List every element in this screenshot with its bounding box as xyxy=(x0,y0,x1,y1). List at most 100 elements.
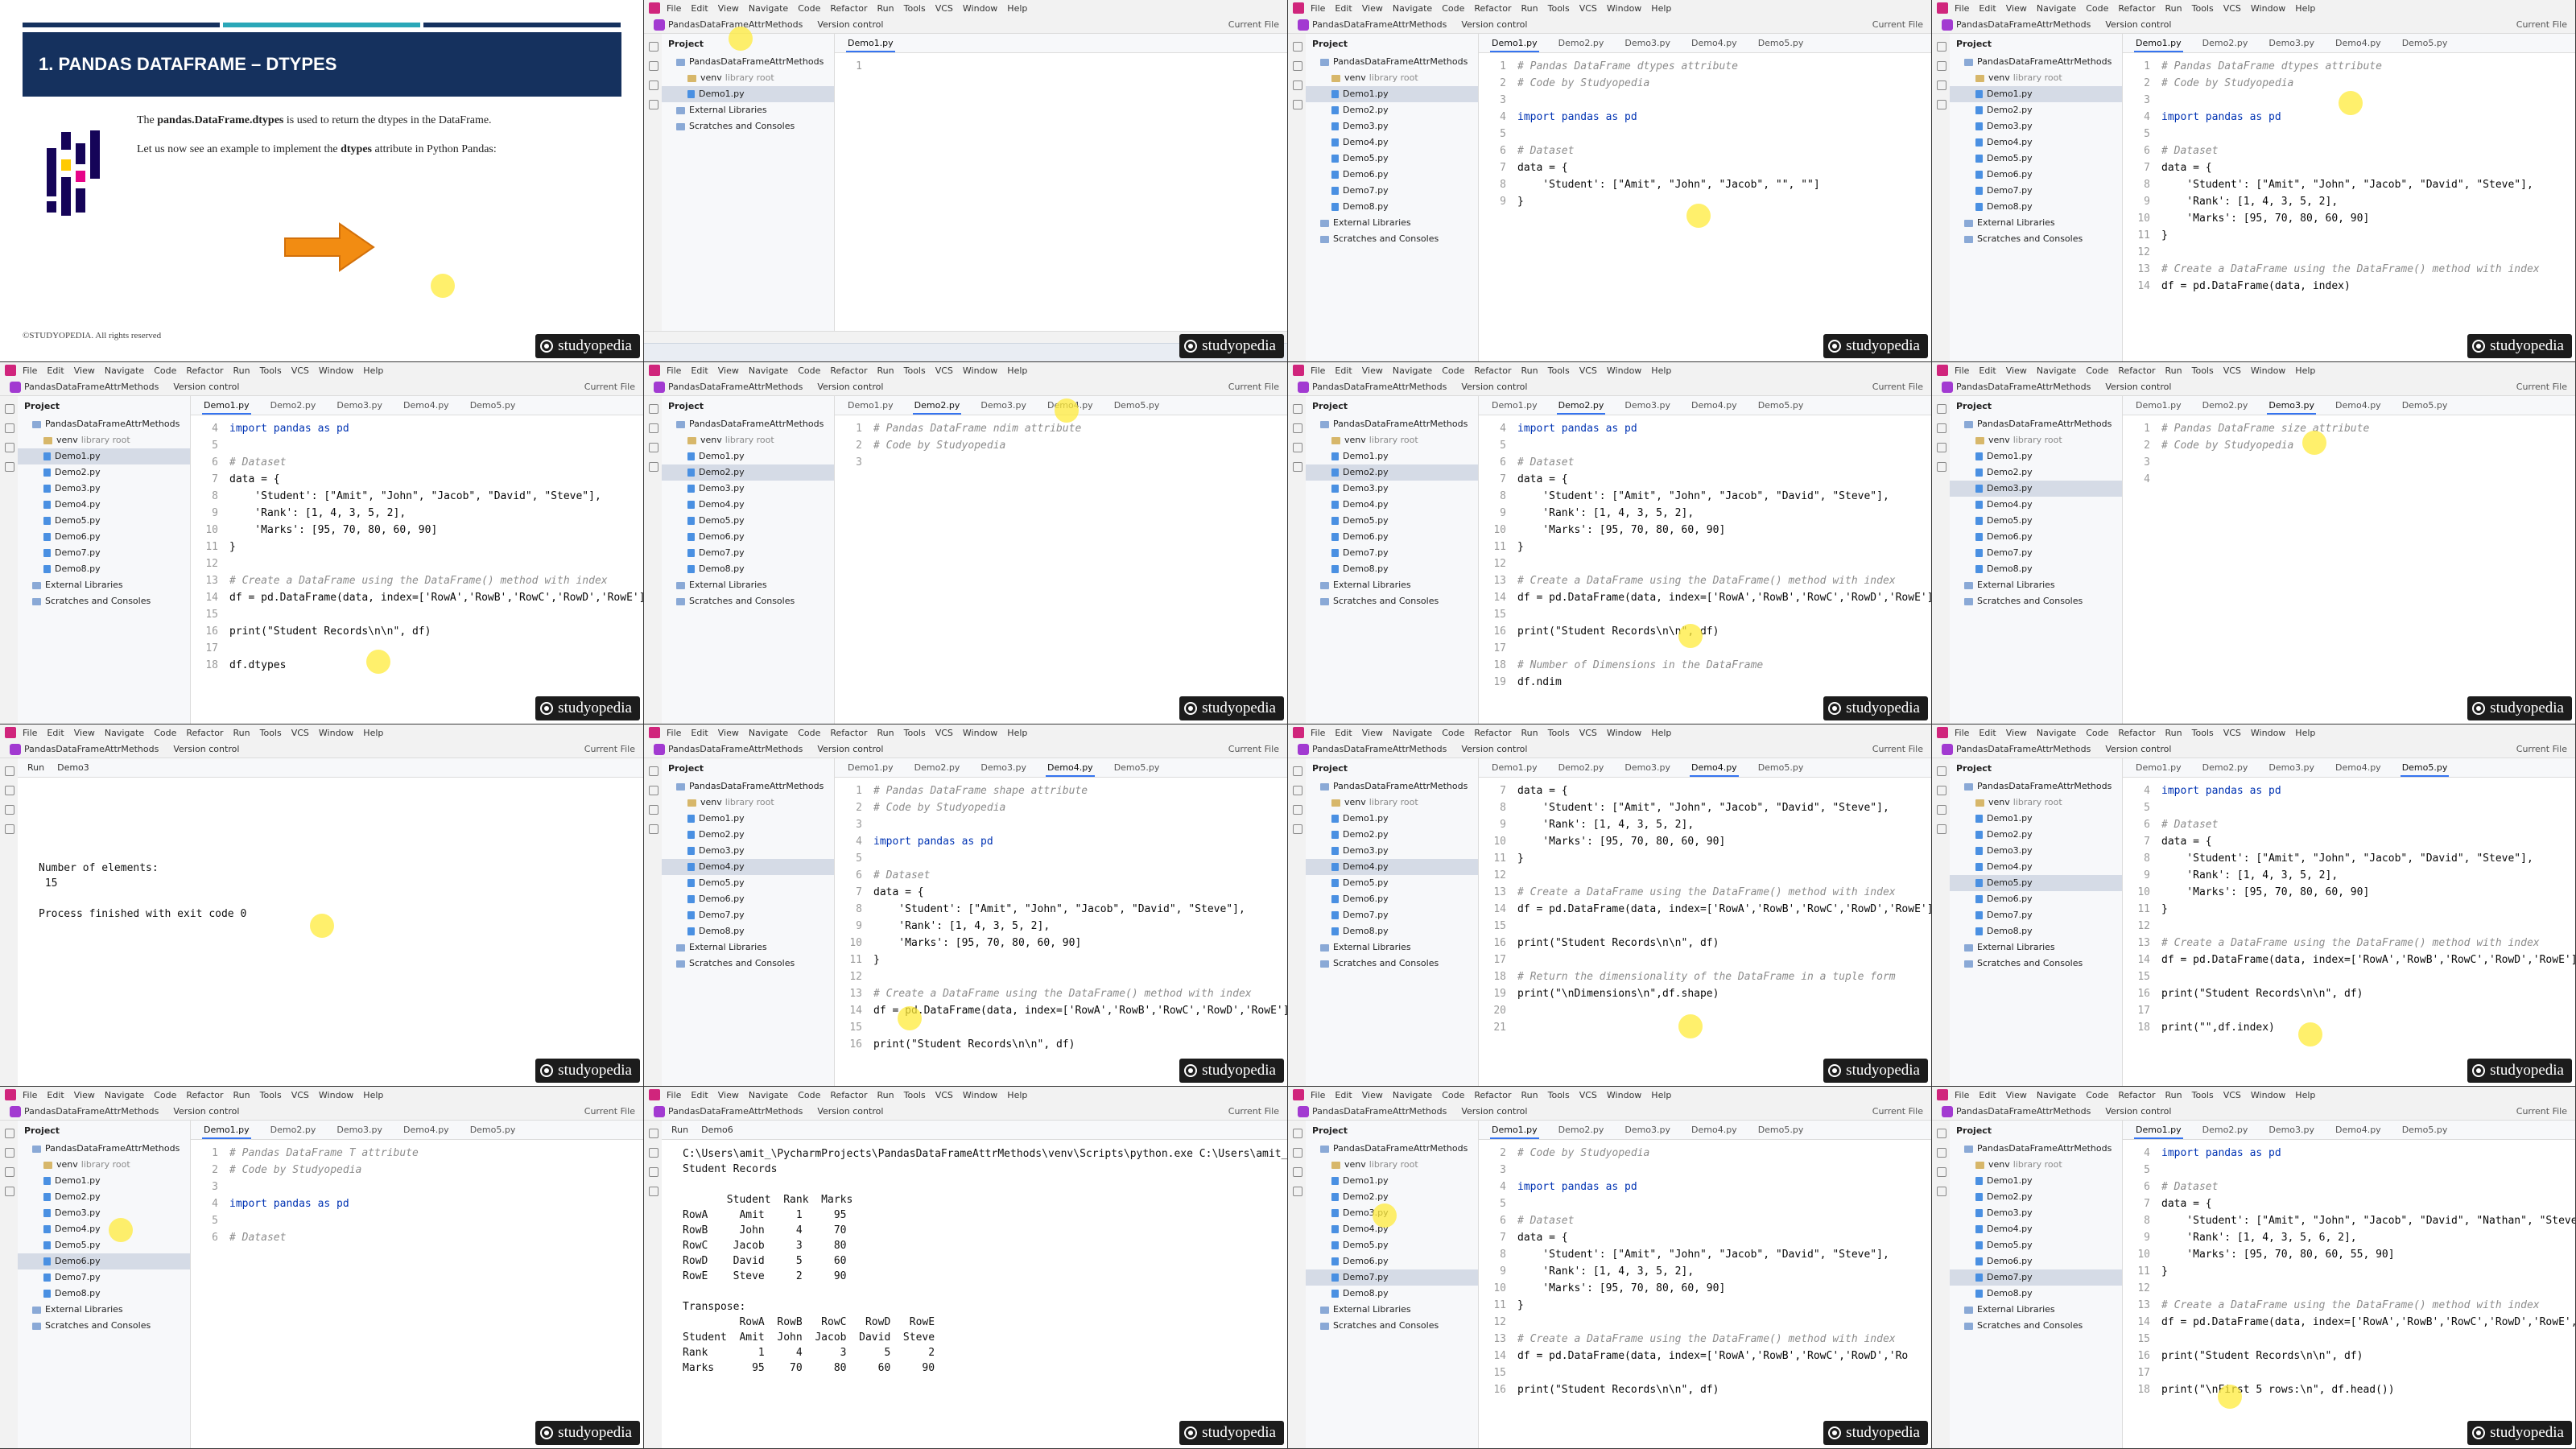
tool-window-icon[interactable] xyxy=(1293,1167,1302,1177)
tab-demo1[interactable]: Demo1.py xyxy=(202,400,251,415)
menu-navigate[interactable]: Navigate xyxy=(749,1090,788,1100)
menu-run[interactable]: Run xyxy=(877,3,894,14)
tree-file-demo3[interactable]: Demo3.py xyxy=(662,481,834,497)
tab-demo1[interactable]: Demo1.py xyxy=(2134,400,2183,415)
tree-file-demo3[interactable]: Demo3.py xyxy=(1950,843,2122,859)
tool-window-icon[interactable] xyxy=(649,42,658,52)
tree-root-folder[interactable]: PandasDataFrameAttrMethods xyxy=(662,778,834,795)
menu-code[interactable]: Code xyxy=(798,365,820,376)
tree-file-demo4[interactable]: Demo4.py xyxy=(18,1221,190,1237)
menu-window[interactable]: Window xyxy=(1607,1090,1641,1100)
tool-window-icon[interactable] xyxy=(5,443,14,452)
version-control-menu[interactable]: Version control xyxy=(1461,744,1527,754)
menu-file[interactable]: File xyxy=(667,1090,681,1100)
menu-refactor[interactable]: Refactor xyxy=(1474,728,1511,738)
run-config-selector[interactable]: Current File xyxy=(1228,744,1279,754)
tree-file-demo4[interactable]: Demo4.py xyxy=(1950,859,2122,875)
code-editor[interactable]: 4 import pandas as pd 5 6 # Dataset 7 data = {… xyxy=(191,415,643,724)
version-control-menu[interactable]: Version control xyxy=(817,382,883,392)
tree-file-demo4[interactable]: Demo4.py xyxy=(18,497,190,513)
menu-view[interactable]: View xyxy=(718,3,739,14)
tool-window-icon[interactable] xyxy=(649,462,658,472)
menu-code[interactable]: Code xyxy=(154,728,176,738)
tool-window-icon[interactable] xyxy=(5,423,14,433)
menu-view[interactable]: View xyxy=(1362,1090,1383,1100)
tab-demo3[interactable]: Demo3.py xyxy=(335,400,384,415)
tab-demo4[interactable]: Demo4.py xyxy=(2334,762,2383,777)
tree-file-demo7[interactable]: Demo7.py xyxy=(1306,183,1478,199)
menu-refactor[interactable]: Refactor xyxy=(186,1090,223,1100)
menu-run[interactable]: Run xyxy=(1521,365,1538,376)
version-control-menu[interactable]: Version control xyxy=(1461,1106,1527,1117)
tab-demo3[interactable]: Demo3.py xyxy=(1623,38,1672,52)
tree-external-libraries[interactable]: External Libraries xyxy=(1306,1302,1478,1318)
version-control-menu[interactable]: Version control xyxy=(817,744,883,754)
menu-run[interactable]: Run xyxy=(1521,728,1538,738)
tree-scratches[interactable]: Scratches and Consoles xyxy=(662,118,834,134)
tree-file-demo2[interactable]: Demo2.py xyxy=(1950,1189,2122,1205)
tree-file-demo8[interactable]: Demo8.py xyxy=(1306,561,1478,577)
tab-demo1[interactable]: Demo1.py xyxy=(2134,762,2183,777)
tree-file-demo1[interactable]: Demo1.py xyxy=(1306,86,1478,102)
menu-window[interactable]: Window xyxy=(963,3,997,14)
tree-scratches[interactable]: Scratches and Consoles xyxy=(1950,1318,2122,1334)
tool-window-icon[interactable] xyxy=(1937,61,1946,71)
project-switcher[interactable]: PandasDataFrameAttrMethods xyxy=(10,381,159,393)
tree-file-demo5[interactable]: Demo5.py xyxy=(1306,1237,1478,1253)
tab-demo3[interactable]: Demo3.py xyxy=(2267,762,2316,777)
tree-file-demo8[interactable]: Demo8.py xyxy=(1950,561,2122,577)
tree-file-demo6[interactable]: Demo6.py xyxy=(1950,167,2122,183)
menu-navigate[interactable]: Navigate xyxy=(2037,728,2076,738)
tree-file-demo5[interactable]: Demo5.py xyxy=(662,513,834,529)
menu-view[interactable]: View xyxy=(74,728,95,738)
menu-edit[interactable]: Edit xyxy=(691,365,708,376)
tool-window-icon[interactable] xyxy=(649,1148,658,1158)
tree-file-demo4[interactable]: Demo4.py xyxy=(1306,497,1478,513)
run-config-selector[interactable]: Current File xyxy=(1228,1106,1279,1117)
tab-demo1[interactable]: Demo1.py xyxy=(202,1125,251,1139)
menu-refactor[interactable]: Refactor xyxy=(2118,728,2155,738)
tree-file-demo4[interactable]: Demo4.py xyxy=(662,497,834,513)
tree-scratches[interactable]: Scratches and Consoles xyxy=(662,593,834,609)
version-control-menu[interactable]: Version control xyxy=(173,744,239,754)
project-switcher[interactable]: PandasDataFrameAttrMethods xyxy=(654,743,803,755)
tree-scratches[interactable]: Scratches and Consoles xyxy=(18,593,190,609)
run-label[interactable]: Run xyxy=(27,762,44,773)
menu-code[interactable]: Code xyxy=(1442,728,1464,738)
menu-refactor[interactable]: Refactor xyxy=(2118,1090,2155,1100)
project-switcher[interactable]: PandasDataFrameAttrMethods xyxy=(654,381,803,393)
tab-demo3[interactable]: Demo3.py xyxy=(979,400,1028,415)
menu-run[interactable]: Run xyxy=(2165,3,2182,14)
menu-window[interactable]: Window xyxy=(1607,365,1641,376)
run-config-selector[interactable]: Current File xyxy=(584,1106,635,1117)
tree-external-libraries[interactable]: External Libraries xyxy=(1950,577,2122,593)
tree-scratches[interactable]: Scratches and Consoles xyxy=(1950,593,2122,609)
menu-edit[interactable]: Edit xyxy=(1979,365,1996,376)
tree-scratches[interactable]: Scratches and Consoles xyxy=(662,956,834,972)
menu-help[interactable]: Help xyxy=(1651,3,1671,14)
tool-window-icon[interactable] xyxy=(1937,1148,1946,1158)
tree-file-demo7[interactable]: Demo7.py xyxy=(18,1269,190,1286)
tree-file-demo8[interactable]: Demo8.py xyxy=(1306,199,1478,215)
menu-edit[interactable]: Edit xyxy=(47,365,64,376)
menu-file[interactable]: File xyxy=(23,365,37,376)
tool-window-icon[interactable] xyxy=(1293,824,1302,834)
tool-window-icon[interactable] xyxy=(1937,462,1946,472)
tool-window-icon[interactable] xyxy=(649,80,658,90)
menu-view[interactable]: View xyxy=(2006,3,2027,14)
tree-file-demo6[interactable]: Demo6.py xyxy=(18,1253,190,1269)
tree-file-demo1[interactable]: Demo1.py xyxy=(1950,1173,2122,1189)
menu-vcs[interactable]: VCS xyxy=(1579,1090,1597,1100)
code-editor[interactable]: 1 xyxy=(835,53,1287,361)
version-control-menu[interactable]: Version control xyxy=(173,1106,239,1117)
tool-window-icon[interactable] xyxy=(1293,100,1302,109)
run-config-selector[interactable]: Current File xyxy=(1872,19,1923,30)
menu-edit[interactable]: Edit xyxy=(1979,1090,1996,1100)
tree-file-demo5[interactable]: Demo5.py xyxy=(18,1237,190,1253)
tool-window-icon[interactable] xyxy=(1293,404,1302,414)
tab-demo3[interactable]: Demo3.py xyxy=(335,1125,384,1139)
menu-navigate[interactable]: Navigate xyxy=(105,1090,144,1100)
tool-window-icon[interactable] xyxy=(1293,61,1302,71)
tab-demo5[interactable]: Demo5.py xyxy=(2401,400,2450,415)
tree-file-demo2[interactable]: Demo2.py xyxy=(1950,464,2122,481)
